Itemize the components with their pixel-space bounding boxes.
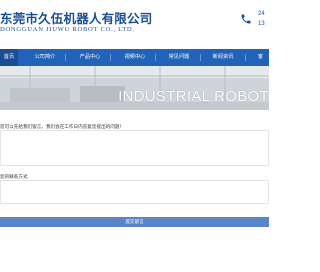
- nav-item-news[interactable]: 新闻资讯: [206, 49, 240, 66]
- site-header: 东莞市久伍机器人有限公司 DONGGUAN JIUWU ROBOT CO., L…: [0, 0, 269, 45]
- phone-number-line1: 24: [258, 11, 265, 17]
- nav-divider: [110, 54, 111, 61]
- nav-divider: [245, 54, 246, 61]
- nav-item-products[interactable]: 产品中心: [73, 49, 107, 66]
- main-nav: 首页 公司简介 产品中心 视频中心 常见问题 新闻资讯 客: [0, 49, 269, 66]
- banner-title: INDUSTRIAL ROBOT: [118, 88, 269, 105]
- company-name-cn[interactable]: 东莞市久伍机器人有限公司: [0, 8, 152, 27]
- nav-item-about[interactable]: 公司简介: [28, 49, 62, 66]
- submit-message-button[interactable]: 提交留言: [0, 217, 269, 227]
- nav-item-faq[interactable]: 常见问题: [162, 49, 196, 66]
- company-name-en: DONGGUAN JIUWU ROBOT CO., LTD.: [0, 26, 135, 33]
- hero-banner: INDUSTRIAL ROBOT: [0, 66, 269, 110]
- question-textarea[interactable]: [0, 130, 269, 166]
- phone-icon: [241, 14, 251, 24]
- nav-divider: [200, 54, 201, 61]
- contact-input[interactable]: [0, 180, 269, 204]
- nav-item-customer[interactable]: 客: [252, 49, 269, 66]
- nav-item-home[interactable]: 首页: [0, 49, 18, 66]
- nav-divider: [155, 54, 156, 61]
- nav-item-videos[interactable]: 视频中心: [118, 49, 152, 66]
- nav-divider: [65, 54, 66, 61]
- phone-number-line2: 13: [258, 21, 265, 27]
